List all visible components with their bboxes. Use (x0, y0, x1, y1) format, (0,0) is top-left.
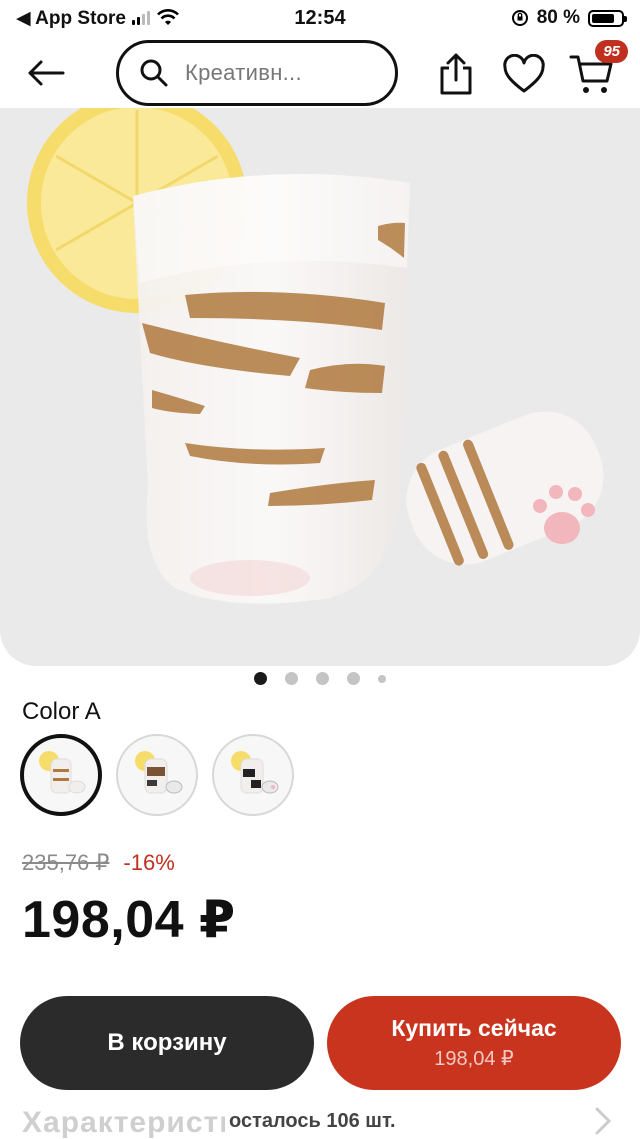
buy-now-button[interactable]: Купить сейчас 198,04 ₽ (327, 996, 621, 1090)
carousel-dot[interactable] (347, 672, 360, 685)
chevron-right-icon (595, 1107, 612, 1135)
selected-color-label: Color A (22, 698, 101, 725)
product-image-carousel[interactable] (0, 108, 640, 666)
search-icon (140, 59, 168, 87)
carousel-dot[interactable] (254, 672, 267, 685)
buy-now-price: 198,04 ₽ (434, 1048, 514, 1070)
buy-now-label: Купить сейчас (391, 1015, 557, 1041)
status-bar: ◀ App Store 12:54 80 % (0, 0, 640, 36)
old-price-row: 235,76 ₽ -16% (22, 850, 175, 876)
stock-remaining: осталось 106 шт. (225, 1110, 400, 1133)
search-input[interactable]: Креативн... (116, 40, 398, 106)
carousel-indicator[interactable] (0, 672, 640, 685)
add-to-cart-button[interactable]: В корзину (20, 996, 314, 1090)
battery-icon (588, 9, 627, 27)
product-photo (27, 108, 604, 604)
heart-icon (503, 54, 545, 93)
battery-percent: 80 % (536, 7, 580, 28)
add-to-cart-label: В корзину (107, 1029, 227, 1056)
carousel-dot[interactable] (316, 672, 329, 685)
swatch-thumbnail (39, 751, 86, 794)
search-query: Креативн... (185, 60, 302, 85)
orientation-lock-icon (511, 10, 528, 26)
swatch-thumbnail (231, 751, 279, 794)
carousel-dot[interactable] (378, 674, 386, 683)
back-button[interactable] (26, 56, 66, 90)
color-swatch-b[interactable] (116, 734, 198, 816)
old-price: 235,76 ₽ (22, 850, 110, 875)
favorite-button[interactable] (500, 50, 548, 98)
cart-count-badge: 95 (595, 40, 628, 63)
current-price: 198,04 ₽ (22, 891, 236, 949)
share-button[interactable] (432, 50, 480, 98)
carousel-dot[interactable] (285, 672, 298, 685)
color-swatch-a[interactable] (20, 734, 102, 816)
battery-level (592, 13, 615, 23)
top-navigation: Креативн... 95 (0, 38, 640, 108)
arrow-left-icon (28, 60, 65, 86)
wifi-icon (157, 9, 179, 25)
characteristics-row[interactable]: Характеристики осталось 106 шт. (0, 1100, 640, 1139)
color-swatch-c[interactable] (212, 734, 294, 816)
cellular-signal-icon (131, 11, 150, 25)
back-to-app-link[interactable]: ◀ App Store (16, 7, 126, 30)
swatch-thumbnail (135, 751, 183, 794)
color-swatches (20, 734, 294, 816)
cart-button[interactable]: 95 (568, 40, 628, 98)
share-icon (440, 53, 472, 95)
discount-badge: -16% (123, 850, 175, 875)
